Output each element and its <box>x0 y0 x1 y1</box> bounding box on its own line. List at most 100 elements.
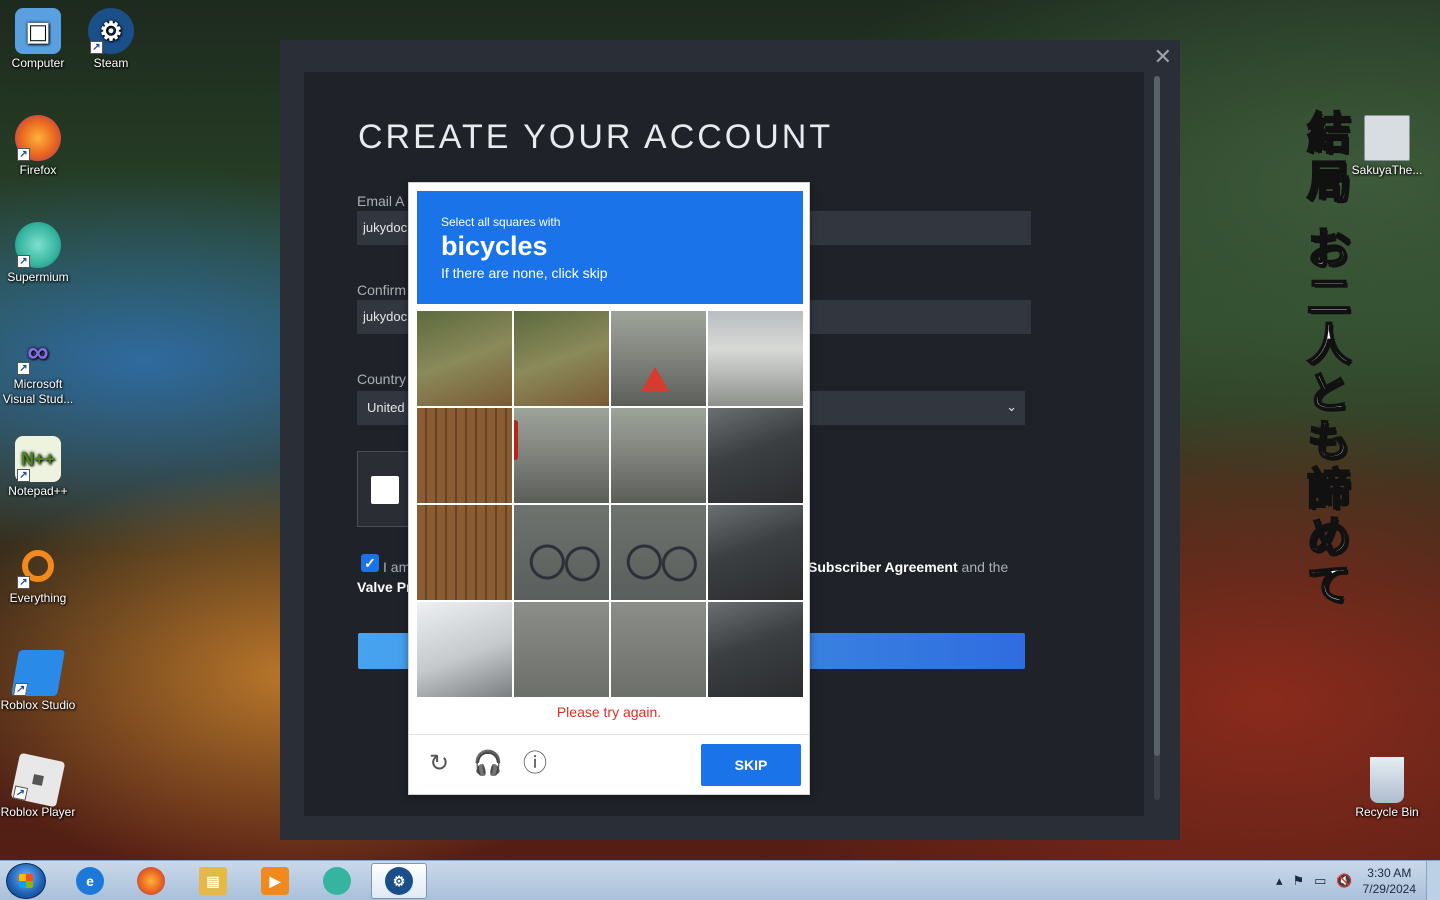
desktop-icon-label: Supermium <box>7 270 69 284</box>
desktop-icon-recycle-bin[interactable]: Recycle Bin <box>1349 757 1425 820</box>
agree-text: I am <box>383 559 411 575</box>
email-label: Email A <box>357 193 405 209</box>
modal-scrollbar[interactable] <box>1154 76 1160 800</box>
scrollbar-thumb[interactable] <box>1154 76 1160 756</box>
desktop-icon-label: Firefox <box>19 163 57 177</box>
taskbar-app-internet-explorer[interactable]: e <box>62 863 118 899</box>
desktop-icon-notepadpp[interactable]: N++ ↗ Notepad++ <box>0 436 76 499</box>
challenge-divider <box>409 734 809 735</box>
page-title: CREATE YOUR ACCOUNT <box>358 118 834 156</box>
challenge-prompt: Select all squares with <box>441 215 561 229</box>
challenge-tile[interactable] <box>611 311 706 406</box>
taskbar-app-steam[interactable]: ⚙ <box>371 863 427 899</box>
subscriber-agreement-link[interactable]: Subscriber Agreement <box>808 559 958 575</box>
close-icon[interactable]: ✕ <box>1154 44 1172 70</box>
challenge-header: Select all squares with bicycles If ther… <box>417 191 803 304</box>
challenge-tile[interactable] <box>611 505 706 600</box>
captcha-checkbox[interactable] <box>371 476 399 504</box>
desktop-icon-supermium[interactable]: ↗ Supermium <box>0 222 76 285</box>
desktop-icon-computer[interactable]: ▣ Computer <box>0 8 76 71</box>
chevron-down-icon: ⌄ <box>1006 399 1017 414</box>
challenge-tile[interactable] <box>708 311 803 406</box>
challenge-tile[interactable] <box>514 602 609 697</box>
refresh-icon[interactable]: ↻ <box>425 750 453 778</box>
computer-icon: ▣ <box>15 8 61 54</box>
file-icon <box>1364 115 1410 161</box>
show-hidden-icons-icon[interactable]: ▴ <box>1276 873 1283 889</box>
desktop-icon-steam[interactable]: ⚙ ↗ Steam <box>73 8 149 71</box>
challenge-tile[interactable] <box>708 505 803 600</box>
challenge-tile[interactable] <box>514 505 609 600</box>
privacy-policy-link[interactable]: Valve Pr <box>357 579 412 595</box>
desktop-icon-roblox-player[interactable]: ↗ Roblox Player <box>0 752 76 820</box>
challenge-tile[interactable] <box>708 602 803 697</box>
desktop-icon-label: Roblox Studio <box>0 698 76 712</box>
show-desktop-button[interactable] <box>1426 861 1440 900</box>
agree-text-right: Subscriber Agreement and the <box>808 559 1008 575</box>
desktop-icon-label: Computer <box>11 56 65 70</box>
volume-muted-icon[interactable]: 🔇 <box>1336 873 1352 889</box>
challenge-tile[interactable] <box>611 602 706 697</box>
supermium-icon: ↗ <box>15 222 61 268</box>
everything-icon: ↗ <box>15 543 61 589</box>
clock-date: 7/29/2024 <box>1362 882 1416 896</box>
desktop-icon-file[interactable]: SakuyaThe... <box>1349 115 1425 178</box>
firefox-icon: ↗ <box>15 115 61 161</box>
desktop-icon-roblox-studio[interactable]: ↗ Roblox Studio <box>0 650 76 713</box>
wallpaper-japanese-text: 結局 お二人とも諦めて <box>1298 109 1351 610</box>
desktop-icon-everything[interactable]: ↗ Everything <box>0 543 76 606</box>
recycle-bin-icon <box>1370 757 1404 803</box>
agree-suffix: and the <box>957 559 1009 575</box>
challenge-subtext: If there are none, click skip <box>441 265 608 281</box>
challenge-tile-grid <box>417 311 803 697</box>
desktop-icon-label: SakuyaThe... <box>1351 163 1423 177</box>
challenge-tile[interactable] <box>417 505 512 600</box>
desktop-icon-visual-studio[interactable]: ∞ ↗ Microsoft Visual Stud... <box>0 329 76 407</box>
challenge-tile[interactable] <box>417 602 512 697</box>
flag-icon[interactable]: ⚑ <box>1292 873 1304 889</box>
desktop-icon-firefox[interactable]: ↗ Firefox <box>0 115 76 178</box>
country-value: United <box>367 400 405 415</box>
challenge-object: bicycles <box>441 231 548 261</box>
taskbar-app-firefox[interactable] <box>123 863 179 899</box>
error-message: Please try again. <box>556 704 662 720</box>
internet-explorer-icon: e <box>76 867 104 895</box>
taskbar-app-media-player[interactable]: ▶ <box>247 863 303 899</box>
system-tray: ▴ ⚑ ▭ 🔇 3:30 AM 7/29/2024 <box>1276 861 1416 900</box>
challenge-tile[interactable] <box>514 408 609 503</box>
network-icon[interactable]: ▭ <box>1314 873 1326 889</box>
roblox-studio-icon: ↗ <box>10 650 66 696</box>
desktop-icon-label: Steam <box>93 56 129 70</box>
folder-icon: ▤ <box>199 867 227 895</box>
steam-icon: ⚙ <box>385 867 413 895</box>
audio-icon[interactable]: 🎧 <box>473 750 503 778</box>
taskbar-app-file-explorer[interactable]: ▤ <box>185 863 241 899</box>
desktop-icon-label: Roblox Player <box>0 805 76 819</box>
challenge-tile[interactable] <box>708 408 803 503</box>
steam-icon: ⚙ ↗ <box>88 8 134 54</box>
agree-checkbox[interactable]: ✓ <box>361 554 379 572</box>
info-icon[interactable]: ⓘ <box>521 750 549 778</box>
challenge-tile[interactable] <box>417 311 512 406</box>
challenge-tile[interactable] <box>514 311 609 406</box>
clock-time: 3:30 AM <box>1367 866 1412 880</box>
desktop-icon-label: Notepad++ <box>8 484 68 498</box>
captcha-challenge: Select all squares with bicycles If ther… <box>408 182 810 795</box>
taskbar-app-supermium[interactable] <box>309 863 365 899</box>
taskbar: e ▤ ▶ ⚙ ▴ ⚑ ▭ 🔇 3:30 AM 7/29/2024 <box>0 860 1440 900</box>
challenge-tile[interactable] <box>611 408 706 503</box>
confirm-email-label: Confirm <box>357 282 407 298</box>
country-label: Country <box>357 371 407 387</box>
challenge-tile[interactable] <box>417 408 512 503</box>
start-button[interactable] <box>6 863 46 899</box>
clock[interactable]: 3:30 AM 7/29/2024 <box>1363 865 1416 897</box>
skip-button[interactable]: SKIP <box>701 744 801 786</box>
firefox-icon <box>137 867 165 895</box>
notepadpp-icon: N++ ↗ <box>15 436 61 482</box>
desktop-icon-label: Recycle Bin <box>1355 805 1419 819</box>
desktop-icon-label: Everything <box>9 591 67 605</box>
visual-studio-icon: ∞ ↗ <box>15 329 61 375</box>
supermium-icon <box>323 867 351 895</box>
media-player-icon: ▶ <box>261 867 289 895</box>
roblox-player-icon: ↗ <box>10 752 66 808</box>
